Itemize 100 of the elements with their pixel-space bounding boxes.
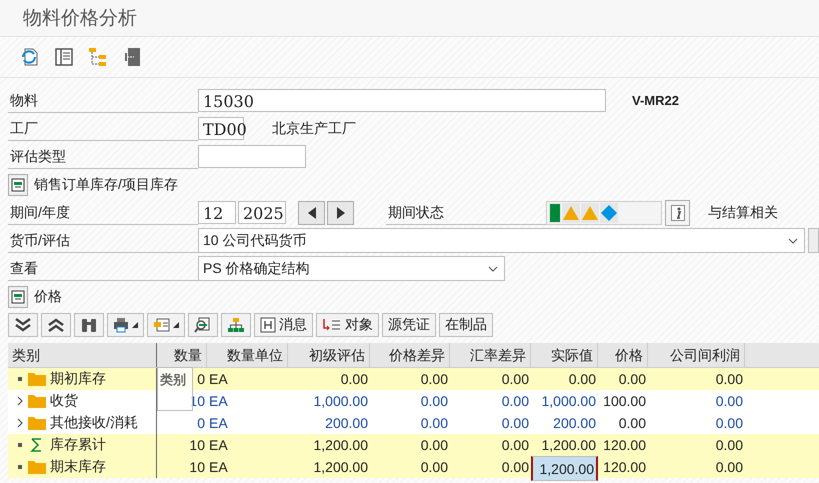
collapse-all-button[interactable]	[41, 313, 71, 337]
right-triangle-icon	[334, 206, 346, 220]
magnifier-icon	[194, 317, 212, 333]
table-cell-text: 0	[197, 370, 205, 389]
table-cell-text: 0.00	[716, 392, 743, 411]
column-header[interactable]: 数量单位	[207, 343, 288, 367]
toolbar-button[interactable]: 在制品	[439, 313, 493, 337]
table-cell-text: 200.00	[553, 414, 596, 433]
table-cell-text: 0.00	[502, 458, 529, 477]
print-button[interactable]	[107, 313, 144, 337]
printer-icon	[113, 317, 129, 333]
panel-icon[interactable]	[54, 47, 74, 67]
table-cell-text: 0.00	[716, 370, 743, 389]
expand-icon[interactable]	[16, 396, 24, 406]
toolbar-button[interactable]: 消息	[254, 313, 313, 337]
column-header[interactable]: 实际值	[531, 343, 598, 367]
table-cell-text: 0.00	[618, 370, 646, 389]
double-chevron-down-icon	[14, 317, 32, 333]
row-label[interactable]: 库存累计	[50, 436, 106, 454]
section-label: 价格	[34, 288, 62, 306]
section-label: 销售订单库存/项目库存	[34, 176, 178, 194]
column-header[interactable]: 初级评估	[288, 343, 370, 367]
plant-description: 北京生产工厂	[272, 120, 356, 138]
row-label[interactable]: 收货	[50, 392, 78, 410]
hierarchy-button[interactable]	[221, 313, 251, 337]
caret-icon	[132, 322, 138, 328]
table-cell-text: 10	[189, 436, 205, 455]
valuation-type-field[interactable]	[198, 145, 306, 168]
table-cell-text: 1,200.00	[314, 436, 368, 455]
expand-all-button[interactable]	[8, 313, 38, 337]
table-cell-text: 0.00	[568, 370, 596, 389]
status-note: 与结算相关	[708, 204, 778, 222]
expand-button[interactable]	[8, 286, 28, 308]
table-cell-text: 0.00	[420, 392, 448, 411]
table-cell-text: 120.00	[603, 458, 646, 477]
column-header[interactable]: 价格差异	[370, 343, 450, 367]
table-cell-text: 200.00	[325, 414, 368, 433]
column-header[interactable]: 类别	[8, 343, 157, 367]
expand-icon[interactable]	[16, 418, 24, 428]
period-field[interactable]: 12	[198, 201, 236, 224]
table-cell-text: 0.00	[716, 436, 743, 455]
layout-button[interactable]	[147, 313, 185, 337]
table-cell-text: 1,200.00	[314, 458, 368, 477]
table-cell-text: 0.00	[420, 436, 448, 455]
table-cell-text: 0.00	[420, 370, 448, 389]
row-label[interactable]: 期末库存	[50, 458, 106, 476]
table-cell-text: 1,200.00	[542, 436, 596, 455]
currency-dropdown[interactable]: 10 公司代码货币	[198, 228, 805, 253]
table-cell-text: EA	[209, 392, 228, 411]
search-button[interactable]	[74, 313, 104, 337]
folder-icon	[28, 460, 46, 474]
table-cell-text: 0	[197, 414, 205, 433]
material-field[interactable]: 15030	[198, 89, 606, 112]
tree-icon[interactable]	[88, 47, 108, 67]
double-chevron-up-icon	[47, 317, 65, 333]
table-cell-text: 0.00	[340, 370, 368, 389]
hierarchy-icon	[227, 317, 245, 333]
find-button[interactable]	[188, 313, 218, 337]
info-button[interactable]	[665, 200, 690, 226]
exit-icon[interactable]	[122, 47, 142, 67]
column-header[interactable]: 汇率差异	[450, 343, 531, 367]
table-cell-text: 1,000.00	[314, 392, 368, 411]
next-button[interactable]	[327, 200, 354, 224]
column-header[interactable]: 公司间利润	[648, 343, 745, 367]
info-icon	[670, 204, 684, 220]
table-cell-text: 120.00	[603, 436, 646, 455]
tooltip: 类别	[157, 367, 193, 411]
folder-icon	[28, 394, 46, 408]
h-box-icon	[260, 317, 276, 333]
left-triangle-icon	[306, 206, 318, 220]
folder-icon	[28, 416, 46, 430]
list-arrow-icon	[322, 317, 342, 333]
table-cell-text: EA	[209, 370, 228, 389]
material-code: V-MR22	[632, 93, 679, 108]
table-cell-text: 1,000.00	[542, 392, 596, 411]
table-cell-text: 10	[189, 458, 205, 477]
table-cell-text: EA	[209, 436, 228, 455]
previous-button[interactable]	[298, 200, 325, 224]
toolbar-button[interactable]: 源凭证	[382, 313, 436, 337]
chevron-down-icon	[488, 266, 498, 272]
view-dropdown[interactable]: PS 价格确定结构	[198, 256, 505, 281]
table-cell-text: 0.00	[420, 458, 448, 477]
column-header[interactable]: 价格	[598, 343, 648, 367]
expand-button[interactable]	[8, 174, 28, 196]
chevron-down-icon	[788, 238, 798, 244]
table-cell-text: 1,200.00	[540, 460, 594, 478]
refresh-icon[interactable]	[20, 47, 40, 67]
table-cell-text: 0.00	[502, 414, 529, 433]
table-cell-text: 0.00	[502, 370, 529, 389]
layout-icon	[153, 317, 170, 333]
table-cell-text: 0.00	[618, 414, 646, 433]
toolbar-button[interactable]: 对象	[316, 313, 379, 337]
row-label[interactable]: 其他接收/消耗	[50, 414, 138, 432]
table-cell-text: EA	[209, 458, 228, 477]
plant-field[interactable]: TD00	[198, 117, 244, 140]
table-cell-text: 0.00	[716, 458, 743, 477]
table-cell-text: 100.00	[603, 392, 646, 411]
table-cell-text: 0.00	[502, 436, 529, 455]
year-field[interactable]: 2025	[238, 201, 286, 224]
row-label[interactable]: 期初库存	[50, 370, 106, 388]
